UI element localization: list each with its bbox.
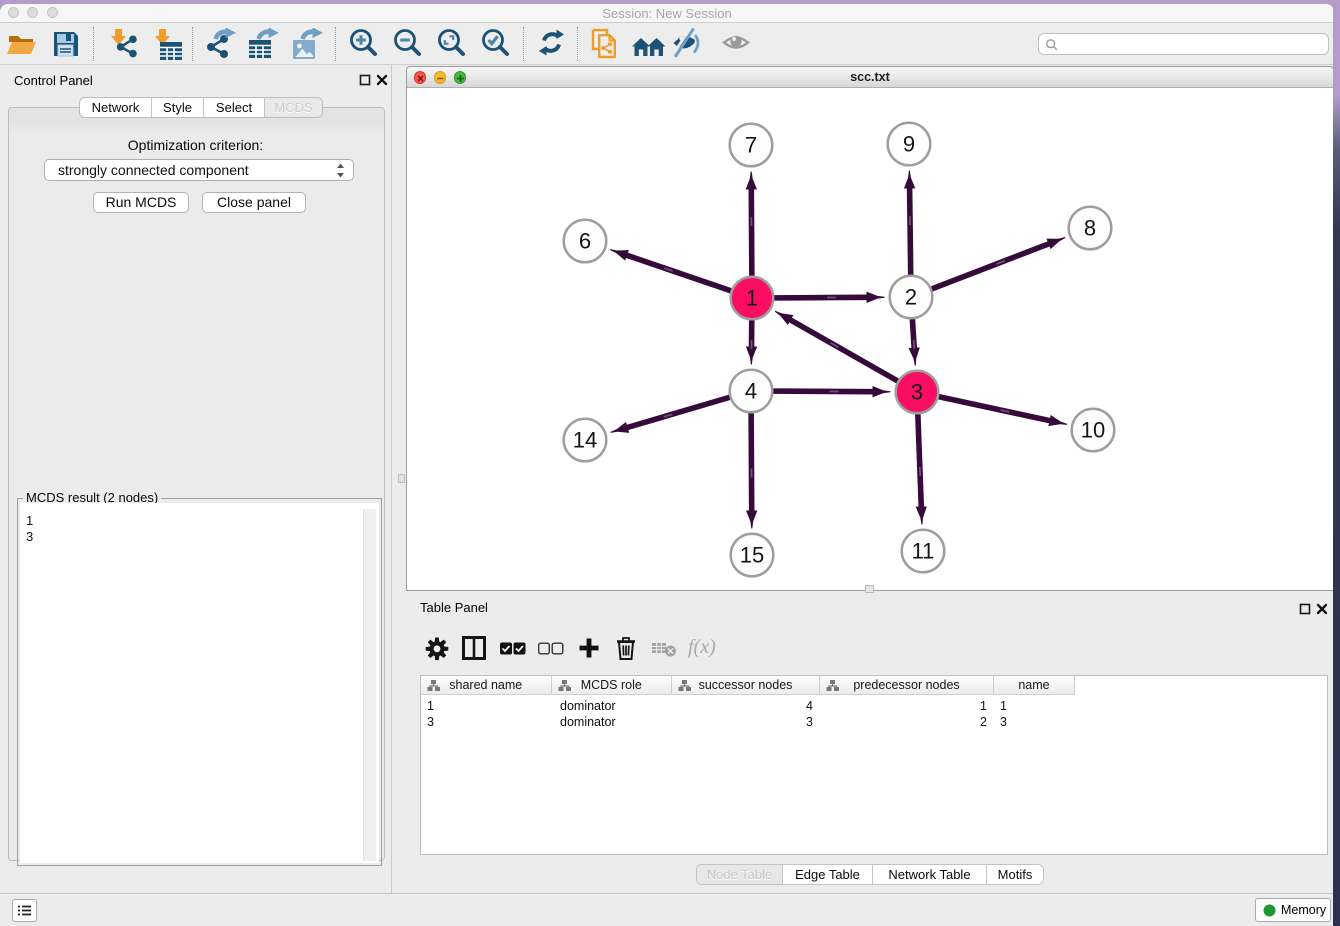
svg-text:6: 6: [579, 229, 591, 254]
svg-text:15: 15: [740, 543, 764, 568]
svg-text:8: 8: [1084, 216, 1096, 241]
svg-text:11: 11: [912, 539, 935, 564]
svg-text:2: 2: [905, 285, 917, 310]
svg-text:3: 3: [911, 380, 923, 405]
svg-text:9: 9: [903, 132, 915, 157]
svg-text:7: 7: [745, 133, 757, 158]
svg-text:10: 10: [1081, 418, 1105, 443]
svg-text:4: 4: [745, 379, 757, 404]
svg-text:14: 14: [573, 428, 597, 453]
svg-text:1: 1: [746, 286, 758, 311]
